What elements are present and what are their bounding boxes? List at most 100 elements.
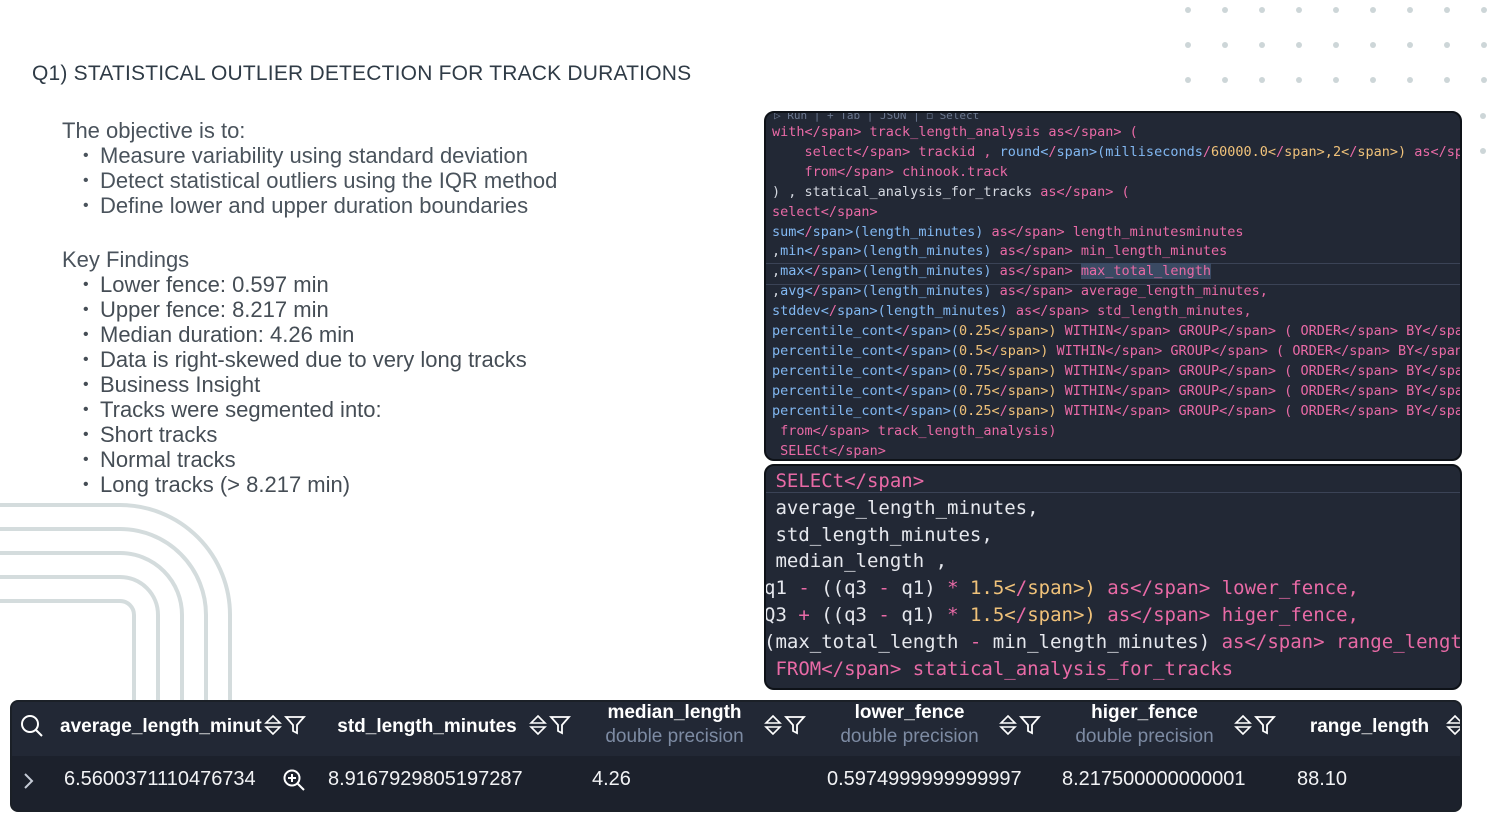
sql-code[interactable]: with</span> track_length_analysis as</sp…: [772, 123, 1460, 460]
decorative-dot: [1444, 7, 1450, 13]
findings-section: Key Findings Lower fence: 0.597 min Uppe…: [62, 247, 527, 497]
list-item: Upper fence: 8.217 min: [83, 297, 527, 322]
code-line[interactable]: select</span> trackid , round</span>(mil…: [772, 143, 1460, 163]
code-line[interactable]: SELECt</span>: [772, 442, 1460, 460]
code-line[interactable]: ,avg</span>(length_minutes) as</span> av…: [772, 282, 1460, 302]
results-header: average_length_minut std_length_minutes …: [12, 702, 1460, 757]
sort-icon[interactable]: [264, 714, 282, 736]
zoom-in-icon[interactable]: [282, 768, 306, 792]
results-grid[interactable]: average_length_minut std_length_minutes …: [10, 700, 1462, 812]
filter-icon[interactable]: [284, 714, 306, 736]
code-line[interactable]: SELECt</span>: [766, 468, 1460, 495]
code-line[interactable]: percentile_cont</span>(0.75</span>) WITH…: [772, 362, 1460, 382]
decorative-dot: [1444, 42, 1450, 48]
decorative-dot: [1481, 42, 1487, 48]
column-header-median[interactable]: median_length double precision: [592, 702, 757, 748]
code-line[interactable]: sum</span>(length_minutes) as</span> len…: [772, 223, 1460, 243]
filter-icon[interactable]: [549, 714, 571, 736]
decorative-dot: [1185, 77, 1191, 83]
code-line[interactable]: percentile_cont</span>(0.25</span>) WITH…: [772, 402, 1460, 422]
list-item: Define lower and upper duration boundari…: [83, 193, 557, 218]
column-header-lower-fence[interactable]: lower_fence double precision: [827, 702, 992, 748]
decorative-dot: [1407, 7, 1413, 13]
list-item: Business Insight: [83, 372, 527, 397]
list-item: Detect statistical outliers using the IQ…: [83, 168, 557, 193]
cell-median[interactable]: 4.26: [592, 768, 631, 791]
decorative-dot: [1185, 42, 1191, 48]
chevron-right-icon[interactable]: [22, 772, 34, 790]
sort-icon[interactable]: [529, 714, 547, 736]
code-line[interactable]: from</span> chinook.track: [772, 163, 1460, 183]
code-line[interactable]: median_length ,: [766, 548, 1460, 575]
editor-toolbar[interactable]: ▷ Run | + Tab | JSON | ◻ Select: [774, 113, 979, 122]
cell-range[interactable]: 88.10: [1297, 768, 1347, 791]
sql-editor[interactable]: ▷ Run | + Tab | JSON | ◻ Select with</sp…: [764, 111, 1462, 461]
decorative-dot: [1480, 113, 1486, 119]
code-line[interactable]: ) , statical_analysis_for_tracks as</spa…: [772, 183, 1460, 203]
code-line[interactable]: stddev</span>(length_minutes) as</span> …: [772, 302, 1460, 322]
code-line[interactable]: FROM</span> statical_analysis_for_tracks: [766, 656, 1460, 683]
code-line[interactable]: average_length_minutes,: [766, 495, 1460, 522]
code-line[interactable]: (max_total_length - min_length_minutes) …: [766, 629, 1460, 656]
cell-std[interactable]: 8.9167929805197287: [328, 768, 523, 791]
code-line[interactable]: from</span> track_length_analysis): [772, 422, 1460, 442]
decorative-dot: [1222, 7, 1228, 13]
decorative-dot: [1259, 42, 1265, 48]
code-line[interactable]: select</span>: [772, 203, 1460, 223]
list-item: Data is right-skewed due to very long tr…: [83, 347, 527, 372]
sql-code-zoomed[interactable]: SELECt</span> average_length_minutes, st…: [766, 468, 1460, 683]
sort-icon[interactable]: [999, 714, 1017, 736]
column-header-average[interactable]: average_length_minut: [60, 716, 265, 738]
cell-average[interactable]: 6.5600371110476734: [64, 768, 256, 791]
decorative-dot: [1222, 42, 1228, 48]
decorative-dot: [1333, 42, 1339, 48]
filter-icon[interactable]: [784, 714, 806, 736]
cell-lower-fence[interactable]: 0.5974999999999997: [827, 768, 1022, 791]
filter-icon[interactable]: [1019, 714, 1041, 736]
list-item: Long tracks (> 8.217 min): [83, 472, 527, 497]
decorative-dot: [1444, 77, 1450, 83]
decorative-dot: [1296, 77, 1302, 83]
code-line[interactable]: with</span> track_length_analysis as</sp…: [772, 123, 1460, 143]
findings-heading: Key Findings: [62, 247, 190, 272]
decorative-dot: [1407, 42, 1413, 48]
sql-editor-zoomed[interactable]: SELECt</span> average_length_minutes, st…: [764, 464, 1462, 690]
code-line[interactable]: q1 - ((q3 - q1) * 1.5</span>) as</span> …: [766, 575, 1460, 602]
objective-section: The objective is to: Measure variability…: [62, 118, 557, 218]
list-item: Lower fence: 0.597 min: [83, 272, 527, 297]
code-line[interactable]: Q3 + ((q3 - q1) * 1.5</span>) as</span> …: [766, 602, 1460, 629]
filter-icon[interactable]: [1254, 714, 1276, 736]
list-item: Median duration: 4.26 min: [83, 322, 527, 347]
code-line[interactable]: ,max</span>(length_minutes) as</span> ma…: [772, 262, 1460, 282]
sort-icon[interactable]: [1234, 714, 1252, 736]
list-item: Tracks were segmented into:: [83, 397, 527, 422]
findings-list: Lower fence: 0.597 min Upper fence: 8.21…: [62, 272, 527, 497]
code-line[interactable]: percentile_cont</span>(0.5</span>) WITHI…: [772, 342, 1460, 362]
list-item: Normal tracks: [83, 447, 527, 472]
decorative-dot: [1296, 7, 1302, 13]
column-header-std[interactable]: std_length_minutes: [332, 716, 522, 738]
column-header-higer-fence[interactable]: higer_fence double precision: [1062, 702, 1227, 748]
decorative-dot: [1333, 7, 1339, 13]
decorative-dot: [1481, 7, 1487, 13]
sort-icon[interactable]: [764, 714, 782, 736]
decorative-dot: [1480, 148, 1486, 154]
decorative-dot: [1333, 77, 1339, 83]
column-header-range[interactable]: range_length: [1297, 716, 1442, 738]
decorative-dot: [1259, 77, 1265, 83]
decorative-dot: [1370, 42, 1376, 48]
decorative-dot: [1407, 77, 1413, 83]
code-line[interactable]: percentile_cont</span>(0.75</span>) WITH…: [772, 382, 1460, 402]
list-item: Short tracks: [83, 422, 527, 447]
code-line[interactable]: std_length_minutes,: [766, 522, 1460, 549]
slide-title: Q1) STATISTICAL OUTLIER DETECTION FOR TR…: [32, 62, 692, 85]
sort-icon[interactable]: [1446, 714, 1462, 736]
decorative-dot: [1370, 7, 1376, 13]
search-icon[interactable]: [20, 714, 44, 738]
code-line[interactable]: ,min</span>(length_minutes) as</span> mi…: [772, 242, 1460, 262]
decorative-dot: [1370, 77, 1376, 83]
cell-higer-fence[interactable]: 8.217500000000001: [1062, 768, 1246, 791]
decorative-dot: [1222, 77, 1228, 83]
code-line[interactable]: percentile_cont</span>(0.25</span>) WITH…: [772, 322, 1460, 342]
decorative-dot: [1481, 77, 1487, 83]
